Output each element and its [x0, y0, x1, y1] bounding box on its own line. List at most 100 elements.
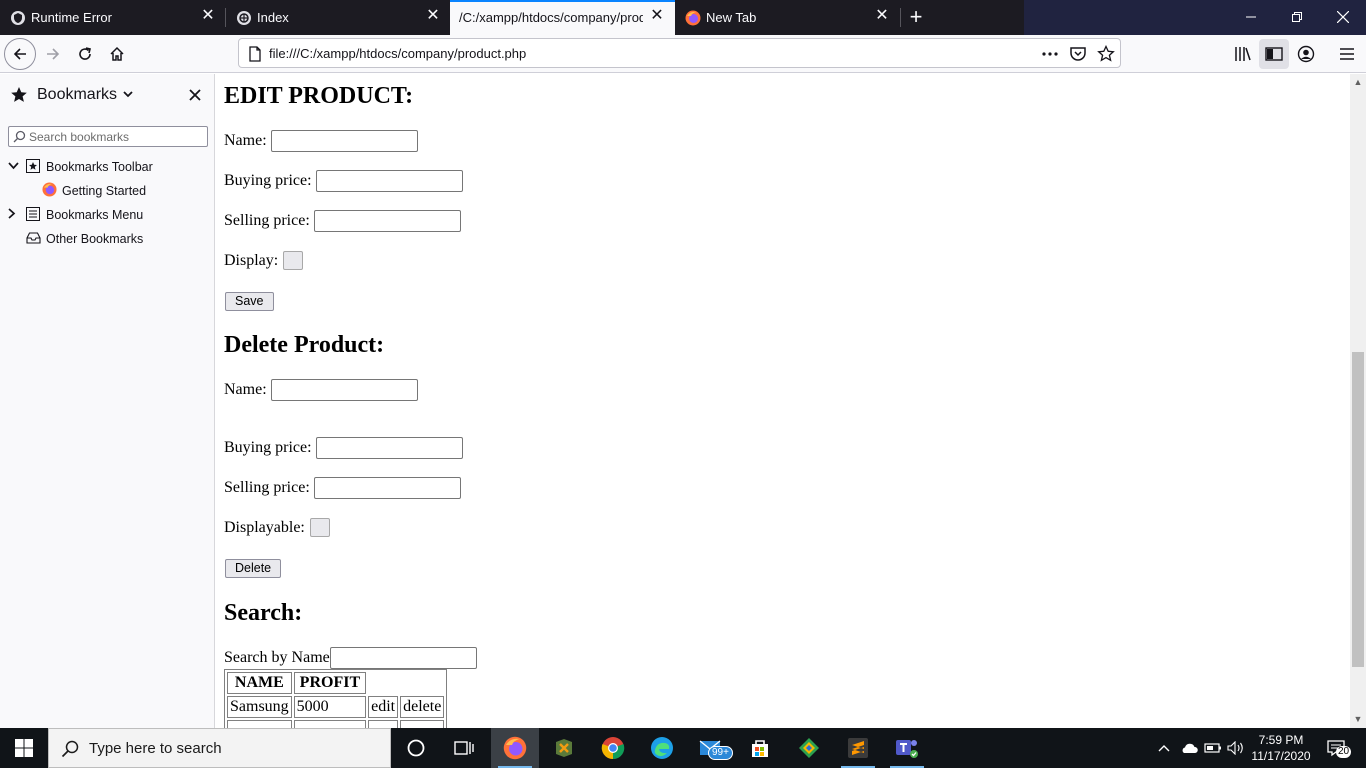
firefox-icon [503, 736, 527, 760]
tab-title: New Tab [706, 10, 757, 25]
cortana-circle-icon [407, 739, 425, 757]
search-by-name-label: Search by Name [224, 649, 330, 666]
shield-icon [10, 10, 26, 26]
tab-index[interactable]: Index ✕ [226, 0, 450, 35]
delete-selling-price-input[interactable] [314, 477, 461, 499]
close-sidebar-button[interactable] [186, 86, 204, 104]
close-window-button[interactable] [1320, 0, 1366, 35]
chevron-right-icon[interactable] [8, 208, 20, 222]
scroll-up-arrow-icon[interactable]: ▲ [1350, 74, 1366, 91]
delete-buying-price-label: Buying price: [224, 439, 312, 456]
taskbar-clock[interactable]: 7:59 PM 11/17/2020 [1246, 732, 1316, 764]
scrollbar-thumb[interactable] [1352, 352, 1364, 667]
taskbar-store[interactable] [736, 728, 784, 768]
tree-item-getting-started[interactable]: Getting Started [42, 181, 146, 201]
sidebar-switcher[interactable]: Bookmarks [10, 86, 133, 104]
page-icon [246, 45, 264, 63]
close-tab-icon[interactable]: ✕ [200, 8, 216, 24]
globe-icon [236, 10, 252, 26]
library-icon [1235, 47, 1251, 61]
delete-product-heading: Delete Product: [224, 332, 385, 358]
search-by-name-input[interactable] [330, 647, 477, 669]
close-tab-icon[interactable]: ✕ [425, 8, 441, 24]
taskbar-sublime-text[interactable] [834, 728, 882, 768]
battery-icon [1204, 743, 1221, 753]
taskbar-mail[interactable]: 99+ [687, 728, 735, 768]
taskbar-edge[interactable] [638, 728, 686, 768]
save-button[interactable]: Save [225, 292, 274, 311]
tree-item-bookmarks-menu[interactable]: Bookmarks Menu [8, 205, 143, 225]
store-bag-icon [752, 740, 768, 757]
scroll-down-arrow-icon[interactable]: ▼ [1350, 711, 1366, 728]
edit-link[interactable] [368, 720, 399, 728]
forward-arrow-icon [47, 48, 60, 60]
cloud-icon [1182, 743, 1198, 753]
search-bookmarks-input[interactable] [29, 128, 203, 145]
restore-button[interactable] [1274, 0, 1320, 35]
taskbar-firefox[interactable] [491, 728, 539, 768]
taskbar-app-xampp[interactable] [540, 728, 588, 768]
home-button[interactable] [102, 39, 132, 69]
onedrive-button[interactable] [1177, 728, 1201, 768]
reload-button[interactable] [70, 39, 100, 69]
start-button[interactable] [0, 728, 48, 768]
delete-link[interactable] [400, 720, 445, 728]
page-actions-icon[interactable] [1041, 45, 1059, 63]
edit-buying-price-input[interactable] [316, 170, 463, 192]
search-icon [13, 130, 26, 143]
pocket-icon[interactable] [1069, 45, 1087, 63]
minimize-button[interactable] [1228, 0, 1274, 35]
tree-item-label: Bookmarks Menu [46, 208, 144, 222]
delete-link[interactable]: delete [400, 696, 445, 718]
library-button[interactable] [1228, 39, 1258, 69]
task-view-button[interactable] [440, 728, 488, 768]
taskbar-git-tool[interactable] [785, 728, 833, 768]
bookmarks-star-icon [11, 87, 27, 102]
cortana-button[interactable] [392, 728, 440, 768]
tab-title: Index [257, 10, 289, 25]
edit-link[interactable]: edit [368, 696, 399, 718]
tree-item-other-bookmarks[interactable]: Other Bookmarks [26, 229, 143, 249]
edit-selling-price-input[interactable] [314, 210, 461, 232]
chevron-down-icon[interactable] [8, 161, 20, 173]
delete-displayable-checkbox[interactable] [310, 518, 330, 537]
page-scrollbar[interactable]: ▲ ▼ [1350, 74, 1366, 728]
edit-name-input[interactable] [271, 130, 418, 152]
bookmarks-sidebar: Bookmarks Bookmarks Toolbar Getting Star… [0, 74, 215, 728]
tab-product-php[interactable]: /C:/xampp/htdocs/company/product.php ✕ [450, 0, 675, 35]
url-bar[interactable]: file:///C:/xampp/htdocs/company/product.… [238, 38, 1121, 68]
close-tab-icon[interactable]: ✕ [874, 8, 890, 24]
edit-product-heading: EDIT PRODUCT: [224, 83, 414, 109]
windows-taskbar: Type here to search 99+ 7:59 PM 11/17/20… [0, 728, 1366, 768]
tab-runtime-error[interactable]: Runtime Error ✕ [0, 0, 225, 35]
search-bookmarks-field[interactable] [8, 126, 208, 147]
speaker-icon [1227, 741, 1243, 755]
delete-buying-price-input[interactable] [316, 437, 463, 459]
url-text[interactable]: file:///C:/xampp/htdocs/company/product.… [269, 46, 526, 61]
action-center-button[interactable]: 20 [1320, 728, 1352, 768]
taskbar-teams[interactable] [883, 728, 931, 768]
taskbar-chrome[interactable] [589, 728, 637, 768]
table-row [227, 720, 445, 728]
tab-new-tab[interactable]: New Tab ✕ [675, 0, 900, 35]
tree-item-bookmarks-toolbar[interactable]: Bookmarks Toolbar [8, 157, 153, 177]
show-hidden-icons-button[interactable] [1154, 728, 1174, 768]
bookmark-star-icon[interactable] [1097, 44, 1115, 63]
volume-button[interactable] [1225, 728, 1247, 768]
account-button[interactable] [1291, 39, 1321, 69]
close-tab-icon[interactable]: ✕ [649, 8, 665, 24]
taskbar-search-box[interactable]: Type here to search [48, 728, 391, 768]
sidebar-toggle-button[interactable] [1259, 39, 1289, 69]
mail-badge: 99+ [708, 746, 733, 760]
delete-name-input[interactable] [271, 379, 418, 401]
close-icon [189, 89, 201, 101]
column-header-name: NAME [227, 672, 292, 694]
delete-button[interactable]: Delete [225, 559, 282, 578]
back-button[interactable] [4, 38, 36, 70]
column-header-profit: PROFIT [293, 672, 367, 694]
menu-button[interactable] [1332, 39, 1362, 69]
new-tab-button[interactable]: + [903, 5, 929, 31]
battery-button[interactable] [1202, 728, 1224, 768]
forward-button[interactable] [38, 39, 68, 69]
edit-display-checkbox[interactable] [283, 251, 303, 270]
